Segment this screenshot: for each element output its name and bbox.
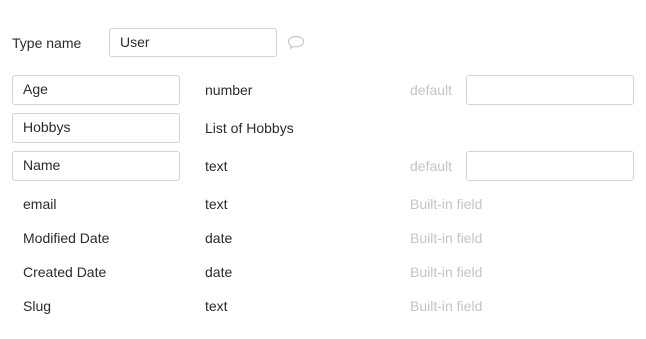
field-name-modified-date: Modified Date (23, 230, 110, 246)
field-name-input-age[interactable]: Age (12, 75, 180, 105)
field-name-input-name[interactable]: Name (12, 151, 180, 181)
default-value-input-age[interactable] (466, 75, 634, 105)
field-name-input-hobbys[interactable]: Hobbys (12, 113, 180, 143)
field-type-modified-date: date (205, 230, 233, 246)
built-in-badge-email: Built-in field (410, 196, 483, 212)
speech-bubble-icon[interactable] (287, 35, 305, 50)
field-type-slug: text (205, 298, 228, 314)
field-type-name[interactable]: text (205, 156, 228, 176)
type-name-input[interactable]: User (109, 28, 277, 57)
field-name-email: email (23, 196, 57, 212)
built-in-badge-created-date: Built-in field (410, 264, 483, 280)
field-type-hobbys[interactable]: List of Hobbys (205, 118, 294, 138)
default-label-name: default (410, 158, 453, 174)
field-name-created-date: Created Date (23, 264, 107, 280)
field-name-slug: Slug (23, 298, 52, 314)
default-label-age: default (410, 82, 453, 98)
built-in-badge-modified-date: Built-in field (410, 230, 483, 246)
field-type-email: text (205, 196, 228, 212)
type-name-label: Type name (12, 35, 82, 51)
field-type-created-date: date (205, 264, 233, 280)
default-value-input-name[interactable] (466, 151, 634, 181)
built-in-badge-slug: Built-in field (410, 298, 483, 314)
field-type-age[interactable]: number (205, 80, 252, 100)
